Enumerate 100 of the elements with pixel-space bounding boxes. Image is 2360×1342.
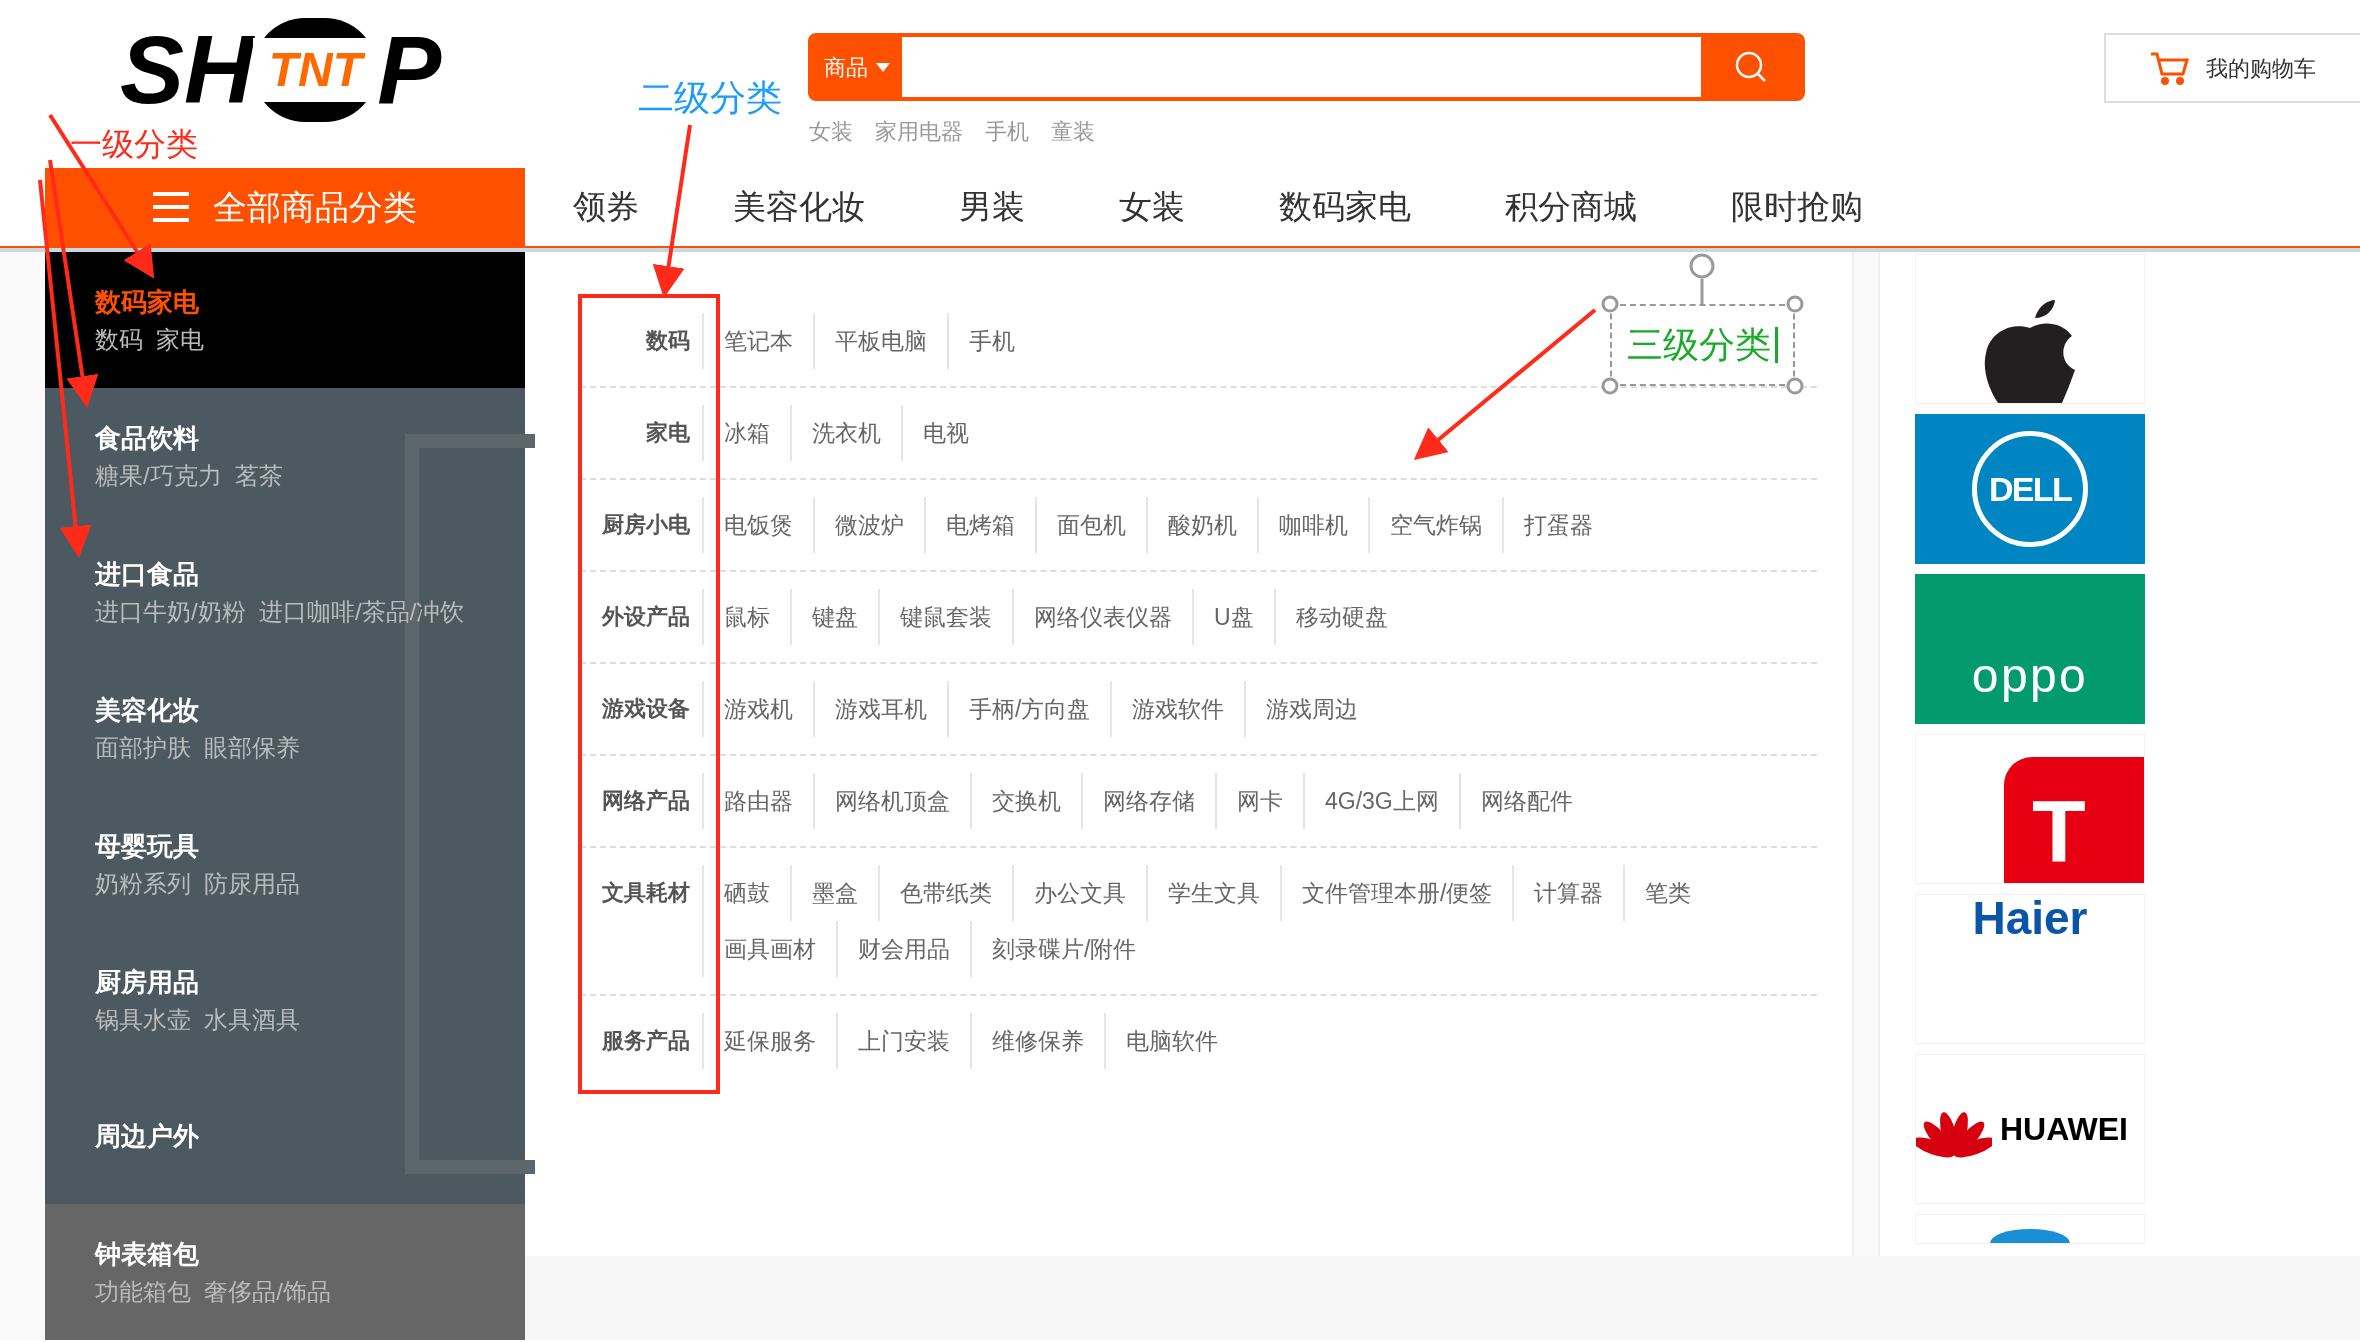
category-title: 厨房用品 [95, 965, 200, 999]
logo-icon [1990, 1229, 2070, 1243]
category-subtitle: 进口牛奶/奶粉 进口咖啡/茶品/冲饮 [95, 596, 466, 627]
subcategory-link[interactable]: 计算器 [1512, 865, 1624, 921]
haier-logo: Haier [1972, 895, 2088, 941]
subcategory-label[interactable]: 外设产品 [580, 589, 702, 645]
search-icon [1734, 50, 1768, 84]
subcategory-link[interactable]: 笔记本 [702, 313, 813, 369]
subcategory-link[interactable]: 色带纸类 [878, 865, 1012, 921]
subcategory-link[interactable]: 办公文具 [1012, 865, 1146, 921]
dell-logo: DELL [1972, 431, 2088, 547]
brand-tile[interactable]: HUAWEI [1915, 1054, 2145, 1204]
brand-tile[interactable]: DELL [1915, 414, 2145, 564]
subcategory-link[interactable]: 游戏机 [702, 681, 813, 737]
subcategory-link[interactable]: 游戏耳机 [813, 681, 947, 737]
subcategory-label[interactable]: 网络产品 [580, 773, 702, 829]
brand-tile[interactable]: T [1915, 734, 2145, 884]
category-subtitle: 奶粉系列 防尿用品 [95, 868, 302, 899]
subcategory-link[interactable]: 游戏软件 [1110, 681, 1245, 737]
subcategory-link[interactable]: 电视 [901, 405, 989, 461]
subcategory-link[interactable]: 画具画材 [702, 921, 836, 977]
subcategory-label[interactable]: 数码 [580, 313, 702, 369]
nav-link[interactable]: 领券 [573, 182, 639, 232]
subcategory-link[interactable]: 键鼠套装 [878, 589, 1012, 645]
category-item[interactable]: 美容化妆 面部护肤 眼部保养 [45, 660, 525, 796]
subcategory-link[interactable]: 路由器 [702, 773, 813, 829]
subcategory-link[interactable]: 网络仪表仪器 [1012, 589, 1192, 645]
all-categories-button[interactable]: 全部商品分类 [45, 168, 525, 246]
category-item[interactable]: 厨房用品 锅具水壶 水具酒具 [45, 932, 525, 1068]
subcategory-link[interactable]: 微波炉 [813, 497, 924, 553]
category-item[interactable]: 食品饮料 糖果/巧克力 茗茶 [45, 388, 525, 524]
subcategory-link[interactable]: 酸奶机 [1146, 497, 1257, 553]
huawei-logo: HUAWEI [2000, 1110, 2128, 1149]
subcategory-link[interactable]: 面包机 [1035, 497, 1146, 553]
subcategory-link[interactable]: 移动硬盘 [1273, 589, 1408, 645]
nav-link[interactable]: 女装 [1119, 182, 1185, 232]
cart-button[interactable]: 我的购物车 [2104, 33, 2360, 103]
category-subtitle: 糖果/巧克力 茗茶 [95, 460, 284, 491]
annotation-label: 一级分类 [70, 128, 198, 160]
subcategory-link[interactable]: 学生文具 [1146, 865, 1280, 921]
subcategory-link[interactable]: 网络配件 [1458, 773, 1593, 829]
category-title: 食品饮料 [95, 421, 200, 455]
subcategory-link[interactable]: 手机 [947, 313, 1035, 369]
subcategory-link[interactable]: 洗衣机 [790, 405, 901, 461]
nav-link[interactable]: 限时抢购 [1731, 182, 1863, 232]
subcategory-link[interactable]: 网卡 [1215, 773, 1303, 829]
oppo-logo: oppo [1971, 652, 2089, 700]
subcategory-link[interactable]: 财会用品 [836, 921, 970, 977]
nav-link[interactable]: 美容化妆 [733, 182, 865, 232]
category-item[interactable]: 母婴玩具 奶粉系列 防尿用品 [45, 796, 525, 932]
brand-tile[interactable] [1915, 1214, 2145, 1244]
subcategory-link[interactable]: 冰箱 [702, 405, 790, 461]
brand-tile[interactable]: oppo [1915, 574, 2145, 724]
category-subtitle: 功能箱包 奢侈品/饰品 [95, 1276, 332, 1307]
subcategory-link[interactable]: 文件管理本册/便签 [1280, 865, 1513, 921]
subcategory-link[interactable]: 硒鼓 [702, 865, 790, 921]
subcategory-link[interactable]: 笔类 [1623, 865, 1712, 921]
menu-icon [153, 192, 189, 222]
subcategory-link[interactable]: 打蛋器 [1502, 497, 1613, 553]
brand-tile[interactable]: Haier [1915, 894, 2145, 1044]
subcategory-link[interactable]: 刻录碟片/附件 [970, 921, 1157, 977]
category-subtitle: 锅具水壶 水具酒具 [95, 1004, 302, 1035]
subcategory-link[interactable]: 维修保养 [970, 1013, 1104, 1069]
subcategory-link[interactable]: 电烤箱 [924, 497, 1035, 553]
subcategory-link[interactable]: 网络机顶盒 [813, 773, 970, 829]
subcategory-link[interactable]: 延保服务 [702, 1013, 836, 1069]
subcategory-link[interactable]: 平板电脑 [813, 313, 947, 369]
category-item[interactable]: 钟表箱包 功能箱包 奢侈品/饰品 [45, 1204, 525, 1340]
subcategory-label[interactable]: 家电 [580, 405, 702, 461]
subcategory-link[interactable]: 键盘 [790, 589, 878, 645]
subcategory-link[interactable]: 上门安装 [836, 1013, 970, 1069]
subcategory-label[interactable]: 厨房小电 [580, 497, 702, 553]
annotation-label: 二级分类 [638, 80, 782, 116]
subcategory-label[interactable]: 服务产品 [580, 1013, 702, 1069]
search-scope-dropdown[interactable]: 商品 [812, 37, 902, 97]
subcategory-link[interactable]: 电脑软件 [1104, 1013, 1238, 1069]
brand-tile[interactable] [1915, 254, 2145, 404]
subcategory-link[interactable]: 4G/3G上网 [1303, 773, 1459, 829]
nav-link[interactable]: 男装 [959, 182, 1025, 232]
subcategory-link[interactable]: 手柄/方向盘 [947, 681, 1111, 737]
subcategory-link[interactable]: 电饭煲 [702, 497, 813, 553]
category-item[interactable]: 周边户外 [45, 1068, 525, 1204]
category-subtitle: 面部护肤 眼部保养 [95, 732, 302, 763]
subcategory-link[interactable]: U盘 [1192, 589, 1274, 645]
subcategory-link[interactable]: 游戏周边 [1244, 681, 1379, 737]
caret-icon [876, 62, 890, 72]
subcategory-link[interactable]: 空气炸锅 [1368, 497, 1502, 553]
nav-link[interactable]: 积分商城 [1505, 182, 1637, 232]
subcategory-label[interactable]: 文具耗材 [580, 865, 702, 977]
nav-link[interactable]: 数码家电 [1279, 182, 1411, 232]
subcategory-link[interactable]: 墨盒 [790, 865, 878, 921]
subcategory-label[interactable]: 游戏设备 [580, 681, 702, 737]
category-item[interactable]: 进口食品 进口牛奶/奶粉 进口咖啡/茶品/冲饮 [45, 524, 525, 660]
category-title: 周边户外 [95, 1119, 200, 1153]
cart-icon [2150, 51, 2190, 85]
subcategory-link[interactable]: 咖啡机 [1257, 497, 1368, 553]
category-item[interactable]: 数码家电 数码 家电 [45, 252, 525, 388]
subcategory-link[interactable]: 网络存储 [1081, 773, 1215, 829]
subcategory-link[interactable]: 鼠标 [702, 589, 790, 645]
subcategory-link[interactable]: 交换机 [970, 773, 1081, 829]
